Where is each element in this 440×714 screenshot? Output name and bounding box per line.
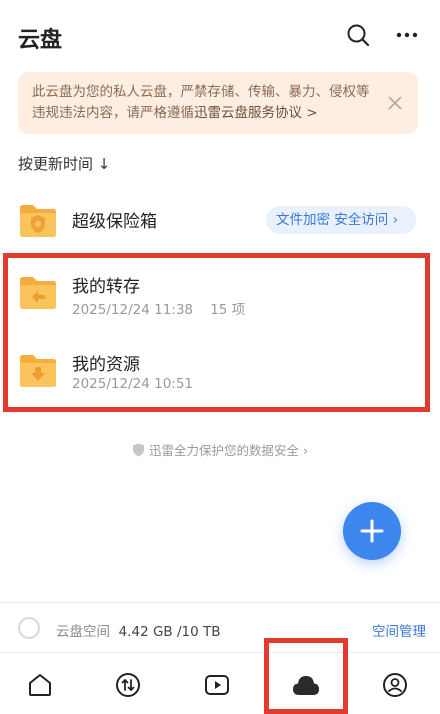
folder-count: 15 项 xyxy=(210,302,246,318)
folder-meta: 2025/12/24 10:51 xyxy=(72,376,193,392)
storage-usage-ring xyxy=(18,617,40,639)
folder-date: 2025/12/24 10:51 xyxy=(72,376,194,392)
home-icon xyxy=(29,674,51,696)
tab-profile[interactable] xyxy=(381,671,409,699)
transfer-icon xyxy=(116,673,140,697)
folder-meta: 2025/12/24 11:38 15 项 xyxy=(72,298,245,318)
cloud-icon xyxy=(293,676,319,695)
transfer-folder-icon xyxy=(18,272,58,316)
tab-home[interactable] xyxy=(26,671,54,699)
search-icon[interactable] xyxy=(345,22,371,48)
service-agreement-link[interactable]: 迅雷云盘服务协议 > xyxy=(194,105,318,121)
folder-title: 我的转存 xyxy=(72,277,140,297)
download-folder-icon xyxy=(18,350,58,394)
tab-cloud[interactable] xyxy=(290,671,322,699)
vault-title: 超级保险箱 xyxy=(72,212,157,232)
vault-encrypt-badge[interactable]: 文件加密 安全访问 › xyxy=(266,206,416,234)
more-icon[interactable] xyxy=(394,22,420,48)
protection-note[interactable]: 迅雷全力保护您的数据安全 › xyxy=(0,440,440,459)
profile-icon xyxy=(383,673,407,697)
tab-transfer[interactable] xyxy=(114,671,142,699)
close-icon[interactable] xyxy=(384,92,406,114)
add-button[interactable] xyxy=(343,502,401,560)
protection-text: 迅雷全力保护您的数据安全 › xyxy=(149,443,308,458)
folder-row[interactable]: 我的资源 2025/12/24 10:51 xyxy=(0,340,440,404)
page-title: 云盘 xyxy=(18,28,63,53)
sort-toggle[interactable]: 按更新时间 ↓ xyxy=(18,153,110,174)
storage-info: 云盘空间 4.42 GB /10 TB xyxy=(56,620,220,640)
plus-icon xyxy=(360,519,384,543)
storage-bar: 云盘空间 4.42 GB /10 TB 空间管理 xyxy=(0,602,440,652)
storage-label: 云盘空间 xyxy=(56,624,110,640)
manage-space-link[interactable]: 空间管理 xyxy=(372,620,426,640)
shield-icon xyxy=(133,443,144,457)
folder-date: 2025/12/24 11:38 xyxy=(72,302,194,318)
folder-title: 我的资源 xyxy=(72,355,140,375)
storage-used: 4.42 GB /10 TB xyxy=(118,624,221,640)
bottom-tab-bar xyxy=(0,652,440,714)
shield-folder-icon xyxy=(18,200,58,244)
app-header: 云盘 xyxy=(0,0,440,72)
tab-video[interactable] xyxy=(203,671,231,699)
play-icon xyxy=(205,675,229,695)
notice-banner: 此云盘为您的私人云盘，严禁存储、传输、暴力、侵权等违规违法内容，请严格遵循迅雷云… xyxy=(18,72,418,134)
folder-row[interactable]: 我的转存 2025/12/24 11:38 15 项 xyxy=(0,262,440,326)
